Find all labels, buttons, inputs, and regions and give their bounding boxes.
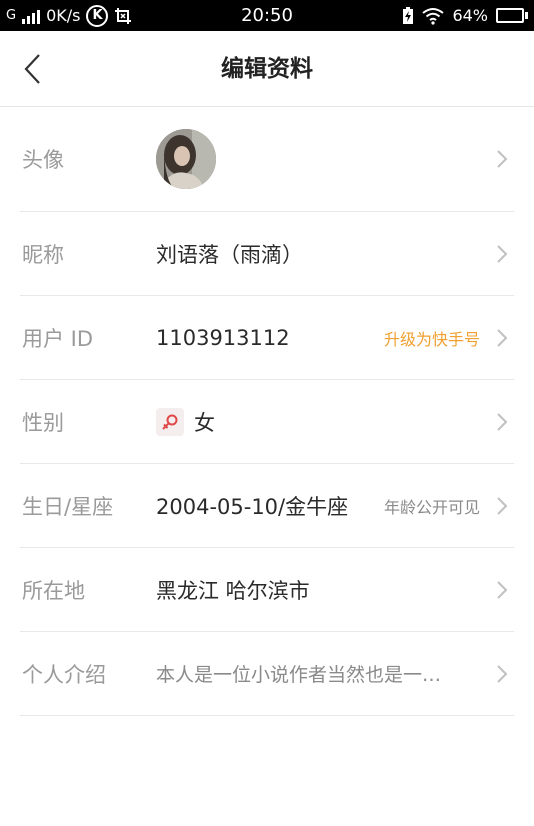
status-bar: G 0K/s K 20:50 64%	[0, 0, 534, 31]
row-label: 用户 ID	[22, 326, 94, 351]
row-label: 昵称	[22, 242, 64, 267]
battery-percent: 64%	[452, 6, 488, 25]
nickname-value: 刘语落（雨滴）	[156, 242, 303, 267]
row-birthday[interactable]: 生日/星座 2004-05-10/金牛座 年龄公开可见	[20, 464, 514, 548]
user-id-value: 1103913112	[156, 325, 290, 350]
chevron-right-icon	[497, 580, 508, 599]
upgrade-kuaishou-id-link[interactable]: 升级为快手号	[384, 296, 480, 379]
row-location[interactable]: 所在地 黑龙江 哈尔滨市	[20, 548, 514, 632]
back-button[interactable]	[14, 49, 50, 89]
page-title: 编辑资料	[221, 56, 313, 82]
location-value: 黑龙江 哈尔滨市	[156, 578, 310, 603]
chevron-right-icon	[497, 496, 508, 515]
bio-value: 本人是一位小说作者当然也是一…	[156, 664, 442, 686]
wifi-icon	[422, 7, 445, 25]
chevron-right-icon	[497, 664, 508, 683]
chevron-right-icon	[497, 150, 508, 168]
row-user-id[interactable]: 用户 ID 1103913112 升级为快手号	[20, 296, 514, 380]
row-label: 性别	[22, 410, 64, 435]
row-label: 所在地	[22, 578, 85, 603]
gender-value: 女	[194, 410, 215, 435]
chevron-left-icon	[24, 54, 40, 84]
age-visibility-note: 年龄公开可见	[383, 497, 480, 517]
battery-icon	[496, 8, 528, 23]
chevron-right-icon	[497, 244, 508, 263]
birthday-value: 2004-05-10/金牛座	[156, 494, 349, 519]
row-gender[interactable]: 性别 女	[20, 380, 514, 464]
status-right: 64%	[402, 0, 528, 31]
nav-header: 编辑资料	[0, 31, 534, 107]
row-bio[interactable]: 个人介绍 本人是一位小说作者当然也是一…	[20, 632, 514, 716]
chevron-right-icon	[497, 412, 508, 431]
charging-icon	[403, 6, 414, 24]
female-icon	[156, 407, 184, 436]
avatar[interactable]	[156, 129, 216, 189]
profile-field-list: 头像 昵称 刘语落（雨滴） 用户 ID 1103913112 升级为快手号 性别…	[0, 107, 534, 716]
row-avatar[interactable]: 头像	[20, 107, 514, 212]
chevron-right-icon	[497, 328, 508, 347]
row-nickname[interactable]: 昵称 刘语落（雨滴）	[20, 212, 514, 296]
row-label: 生日/星座	[22, 494, 114, 519]
row-label: 个人介绍	[22, 662, 106, 687]
row-label: 头像	[22, 148, 64, 172]
